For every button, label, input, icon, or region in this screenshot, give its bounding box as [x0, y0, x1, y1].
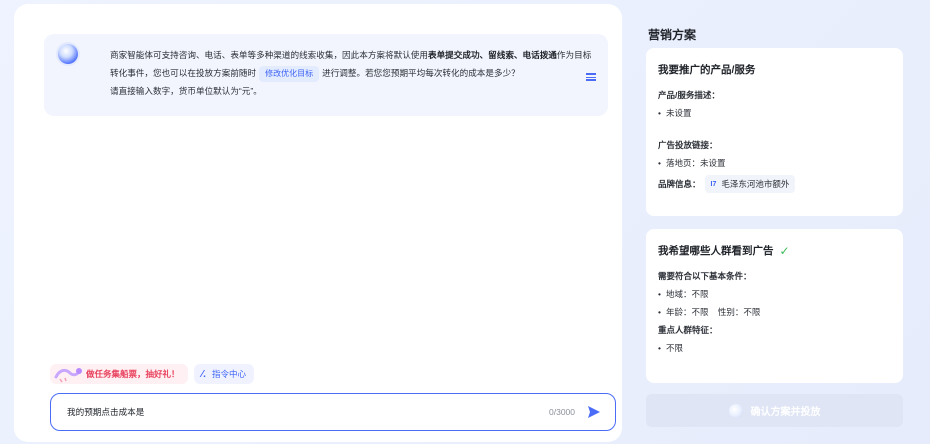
age-gender-value: 年龄：不限 性别：不限: [658, 306, 891, 318]
chat-input[interactable]: 我的预期点击成本是 0/3000: [50, 393, 616, 431]
char-count: 0/3000: [549, 407, 575, 417]
chat-input-value[interactable]: 我的预期点击成本是: [67, 406, 549, 418]
promo-task-button[interactable]: 做任务集船票，抽好礼！: [50, 364, 188, 384]
region-value: 地域：不限: [658, 288, 891, 300]
desc-label: 产品/服务描述：: [658, 90, 720, 100]
brand-logo-icon: I7: [710, 180, 717, 188]
basic-label: 需要符合以下基本条件：: [658, 271, 752, 281]
landing-value: 落地页：未设置: [658, 157, 891, 169]
key-value: 不限: [658, 342, 891, 354]
promo-task-label: 做任务集船票，抽好礼！: [86, 369, 180, 379]
product-card-heading: 我要推广的产品/服务: [658, 64, 756, 76]
menu-icon[interactable]: [586, 73, 596, 81]
link-label: 广告投放链接：: [658, 140, 718, 150]
desc-value: 未设置: [658, 107, 891, 119]
message-text-1: 商家智能体可支持咨询、电话、表单等多种渠道的线索收集，因此本方案将默认使用: [110, 50, 428, 60]
bot-avatar-icon: [58, 44, 78, 64]
chat-panel: 商家智能体可支持咨询、电话、表单等多种渠道的线索收集，因此本方案将默认使用表单提…: [14, 4, 622, 442]
loading-icon: [728, 403, 743, 418]
audience-card-heading-row: 我希望哪些人群看到广告 ✓: [658, 243, 891, 258]
plan-title: 营销方案: [648, 28, 697, 42]
message-bold-events: 表单提交成功、留线索、电话拨通: [427, 50, 557, 60]
audience-card: 我希望哪些人群看到广告 ✓ 需要符合以下基本条件： 地域：不限 年龄：不限 性别…: [646, 229, 903, 383]
key-label: 重点人群特征：: [658, 325, 718, 335]
send-icon[interactable]: [587, 405, 601, 419]
command-center-label: 指令中心: [211, 369, 246, 379]
command-icon: ⁄.: [201, 368, 206, 380]
product-card: 我要推广的产品/服务 产品/服务描述： 未设置 广告投放链接： 落地页：未设置 …: [646, 48, 903, 216]
shortcut-row: 做任务集船票，抽好礼！ ⁄. 指令中心: [50, 364, 254, 384]
message-text-3: 进行调整。若您您预期平均每次转化的成本是多少？: [322, 68, 520, 78]
bot-message: 商家智能体可支持咨询、电话、表单等多种渠道的线索收集，因此本方案将默认使用表单提…: [44, 34, 608, 116]
message-text-4: 请直接输入数字，货币单位默认为“元”。: [110, 86, 262, 96]
modify-goal-chip[interactable]: 修改优化目标: [259, 66, 320, 82]
brand-chip: I7 毛泽东河池市额外: [704, 175, 796, 193]
brand-row: 品牌信息： I7 毛泽东河池市额外: [658, 175, 891, 193]
confirm-plan-button[interactable]: 确认方案并投放: [646, 394, 903, 427]
confirm-plan-label: 确认方案并投放: [750, 407, 821, 418]
audience-card-heading: 我希望哪些人群看到广告: [658, 245, 774, 257]
brand-label: 品牌信息：: [658, 179, 701, 189]
command-center-button[interactable]: ⁄. 指令中心: [193, 364, 254, 384]
brand-name: 毛泽东河池市额外: [721, 179, 790, 189]
dragon-icon: [54, 365, 82, 383]
check-icon: ✓: [779, 243, 790, 258]
